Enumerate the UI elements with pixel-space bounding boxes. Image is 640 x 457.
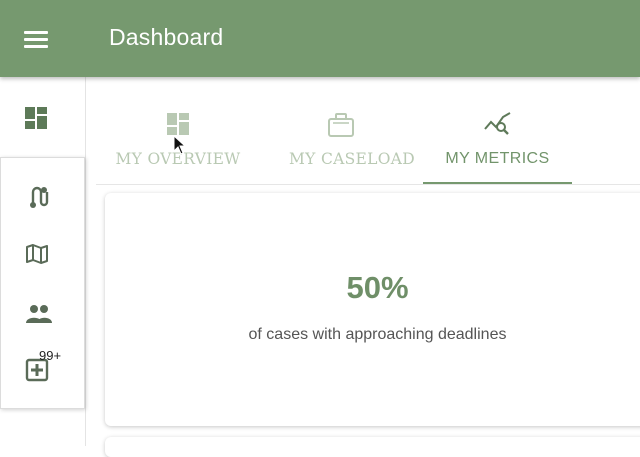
page-title: Dashboard (109, 24, 224, 50)
metric-value: 50% (346, 270, 409, 305)
metric-card: 50% of cases with approaching deadlines (105, 193, 640, 426)
navigation-rail: 99+ (0, 77, 86, 446)
tab-my-metrics[interactable]: MY METRICS (423, 77, 572, 185)
rail-group: 99+ (0, 157, 85, 409)
map-icon[interactable] (25, 242, 49, 266)
notification-badge: 99+ (39, 348, 62, 363)
active-tab-indicator (423, 182, 572, 184)
briefcase-icon (328, 113, 354, 137)
tab-my-overview[interactable]: MY OVERVIEW (96, 77, 260, 185)
route-icon[interactable] (25, 184, 51, 210)
tab-label: MY METRICS (445, 150, 550, 167)
metric-card-next (105, 437, 640, 457)
mouse-cursor-icon (173, 135, 187, 155)
people-icon[interactable] (25, 304, 53, 324)
metric-caption: of cases with approaching deadlines (248, 326, 507, 343)
hamburger-menu-icon[interactable] (24, 29, 48, 49)
dashboard-grid-icon (25, 107, 47, 129)
tab-label: MY CASELOAD (289, 150, 415, 168)
tab-bar: MY OVERVIEW MY CASELOAD MY METRICS (96, 77, 640, 185)
rail-item-dashboard[interactable] (0, 77, 85, 157)
tab-my-caseload[interactable]: MY CASELOAD (270, 77, 434, 185)
app-bar: Dashboard (0, 0, 640, 77)
dashboard-grid-icon (167, 113, 189, 135)
tabs-divider (96, 184, 640, 185)
insights-chart-icon (484, 112, 511, 135)
